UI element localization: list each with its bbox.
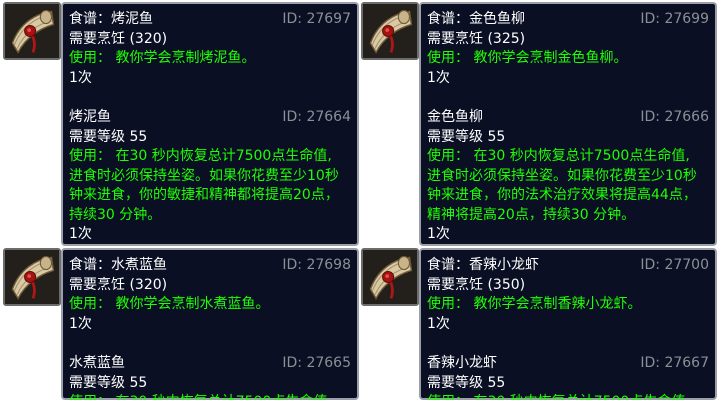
item-effect-line: 精神将提高20点，持续30 分钟。: [427, 206, 636, 223]
recipe-scroll-icon[interactable]: [3, 2, 61, 60]
sell-silver-amount: 1: [115, 245, 124, 247]
recipe-tooltip-panel-4: 食谱：香辣小龙虾 ID: 27700 需要烹饪 (350) 使用： 教你学会烹制…: [361, 248, 717, 400]
item-id: ID: 27666: [640, 109, 709, 125]
item-effect-line: 进食时必须保持坐姿。如果你花费至少10秒: [427, 167, 697, 184]
item-tooltip: 食谱：水煮蓝鱼 ID: 27698 需要烹饪 (320) 使用： 教你学会烹制水…: [61, 248, 359, 400]
item-id: ID: 27667: [640, 355, 709, 371]
item-effect-text: 使用： 在30 秒内恢复总计7500点生命值, 进食时必须保持坐姿。如果你花费至少…: [69, 147, 351, 225]
item-effect-line: 进食时必须保持坐姿。如果你花费至少10秒: [69, 167, 339, 184]
recipe-scroll-icon[interactable]: [361, 2, 419, 60]
recipe-tooltip-panel-2: 食谱：金色鱼柳 ID: 27699 需要烹饪 (325) 使用： 教你学会烹制金…: [361, 2, 717, 246]
item-effect-text: 使用： 在30 秒内恢复总计7500点生命值, 进食时必须保持坐姿。如果你花费至少…: [427, 147, 709, 225]
recipe-id: ID: 27698: [282, 257, 351, 273]
sell-price: 卖价： 1 50: [427, 245, 709, 247]
recipe-charges: 1次: [427, 69, 450, 86]
item-effect-line: 使用： 在30 秒内恢复总计7500点生命值,: [69, 393, 351, 400]
required-level: 需要等级 55: [69, 128, 148, 145]
item-id: ID: 27665: [282, 355, 351, 371]
item-effect-line: 钟来进食，你的法术治疗效果将提高44点，: [427, 187, 697, 203]
sell-silver-amount: 1: [473, 245, 482, 247]
recipe-scroll-icon[interactable]: [361, 248, 419, 306]
required-level: 需要等级 55: [69, 374, 148, 391]
sell-copper-amount: 50: [500, 245, 518, 247]
item-tooltip: 食谱：金色鱼柳 ID: 27699 需要烹饪 (325) 使用： 教你学会烹制金…: [419, 2, 717, 246]
item-effect-text: 使用： 在30 秒内恢复总计7500点生命值,: [427, 393, 709, 400]
sell-price-label: 卖价：: [427, 245, 469, 247]
required-skill: 需要烹饪 (325): [427, 30, 526, 47]
required-skill: 需要烹饪 (320): [69, 276, 168, 293]
recipe-id: ID: 27700: [640, 257, 709, 273]
recipe-tooltip-panel-3: 食谱：水煮蓝鱼 ID: 27698 需要烹饪 (320) 使用： 教你学会烹制水…: [3, 248, 359, 400]
recipe-charges: 1次: [427, 315, 450, 332]
item-charges: 1次: [69, 226, 92, 242]
sell-copper-amount: 50: [142, 245, 160, 247]
recipe-use-text: 使用： 教你学会烹制烤泥鱼。: [69, 50, 256, 66]
recipe-charges: 1次: [69, 69, 92, 86]
sell-price: 卖价： 1 50: [69, 245, 351, 247]
recipe-use-text: 使用： 教你学会烹制金色鱼柳。: [427, 50, 628, 66]
recipe-id: ID: 27697: [282, 11, 351, 27]
sell-price-label: 卖价：: [69, 245, 111, 247]
item-id: ID: 27664: [282, 109, 351, 125]
item-effect-line: 持续30 分钟。: [69, 206, 162, 223]
recipe-use-text: 使用： 教你学会烹制水煮蓝鱼。: [69, 296, 270, 312]
item-charges: 1次: [427, 226, 450, 242]
recipe-id: ID: 27699: [640, 11, 709, 27]
item-effect-line: 钟来进食，你的敏捷和精神都将提高20点，: [69, 187, 339, 203]
required-skill: 需要烹饪 (320): [69, 30, 168, 47]
item-tooltip: 食谱：烤泥鱼 ID: 27697 需要烹饪 (320) 使用： 教你学会烹制烤泥…: [61, 2, 359, 246]
recipe-tooltip-panel-1: 食谱：烤泥鱼 ID: 27697 需要烹饪 (320) 使用： 教你学会烹制烤泥…: [3, 2, 359, 246]
item-effect-line: 使用： 在30 秒内恢复总计7500点生命值,: [427, 148, 690, 164]
required-level: 需要等级 55: [427, 128, 506, 145]
item-effect-line: 使用： 在30 秒内恢复总计7500点生命值,: [427, 393, 709, 400]
item-effect-line: 使用： 在30 秒内恢复总计7500点生命值,: [69, 148, 332, 164]
recipe-scroll-icon[interactable]: [3, 248, 61, 306]
item-tooltip: 食谱：香辣小龙虾 ID: 27700 需要烹饪 (350) 使用： 教你学会烹制…: [419, 248, 717, 400]
recipe-use-text: 使用： 教你学会烹制香辣小龙虾。: [427, 296, 642, 312]
required-level: 需要等级 55: [427, 374, 506, 391]
item-effect-text: 使用： 在30 秒内恢复总计7500点生命值,: [69, 393, 351, 400]
required-skill: 需要烹饪 (350): [427, 276, 526, 293]
recipe-charges: 1次: [69, 315, 92, 332]
